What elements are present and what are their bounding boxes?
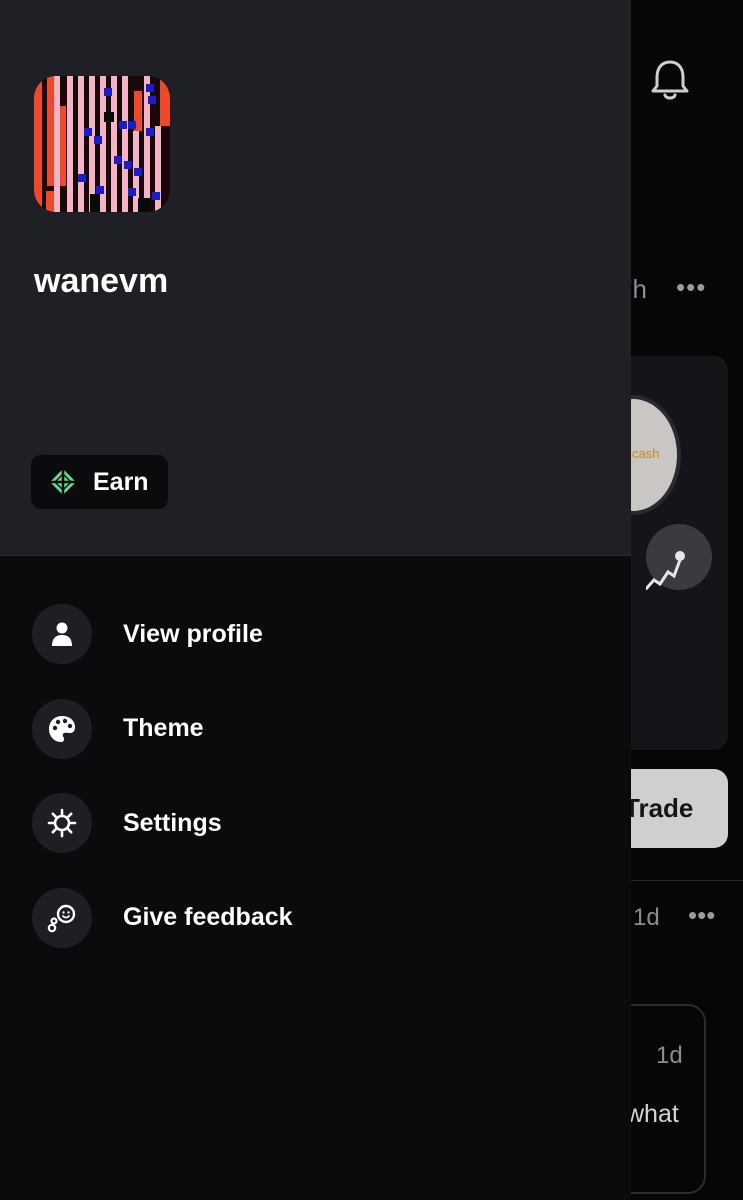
menu-item-view-profile[interactable]: View profile bbox=[32, 604, 592, 664]
gear-icon bbox=[32, 793, 92, 853]
menu-item-give-feedback[interactable]: Give feedback bbox=[32, 887, 592, 948]
side-drawer: wanevm Earn View profile Theme Settings … bbox=[0, 0, 631, 1200]
earn-button[interactable]: Earn bbox=[31, 455, 168, 509]
drawer-menu: View profile Theme Settings Give feedbac… bbox=[32, 604, 592, 982]
menu-item-label: Theme bbox=[123, 714, 204, 742]
menu-item-label: Give feedback bbox=[123, 903, 293, 931]
feedback-icon bbox=[32, 887, 92, 948]
username: wanevm bbox=[34, 262, 169, 300]
comment-time: 1d bbox=[656, 1042, 683, 1069]
chart-button[interactable] bbox=[634, 524, 712, 602]
post-time: 1d bbox=[633, 904, 660, 931]
palette-icon bbox=[32, 698, 92, 759]
profile-header: wanevm Earn bbox=[0, 0, 631, 556]
earn-diamond-icon bbox=[50, 469, 76, 495]
menu-item-label: View profile bbox=[123, 619, 263, 648]
menu-item-settings[interactable]: Settings bbox=[32, 793, 592, 853]
notification-bell-icon[interactable] bbox=[646, 56, 694, 104]
more-options-icon[interactable]: ••• bbox=[676, 272, 706, 303]
more-options-icon[interactable]: ••• bbox=[688, 900, 715, 931]
token-logo-text: cash bbox=[632, 446, 660, 461]
person-icon bbox=[32, 604, 92, 664]
earn-label: Earn bbox=[93, 467, 149, 496]
avatar[interactable] bbox=[34, 76, 170, 212]
comment-snippet: what bbox=[626, 1100, 679, 1128]
menu-item-label: Settings bbox=[123, 808, 222, 837]
menu-item-theme[interactable]: Theme bbox=[32, 698, 592, 759]
